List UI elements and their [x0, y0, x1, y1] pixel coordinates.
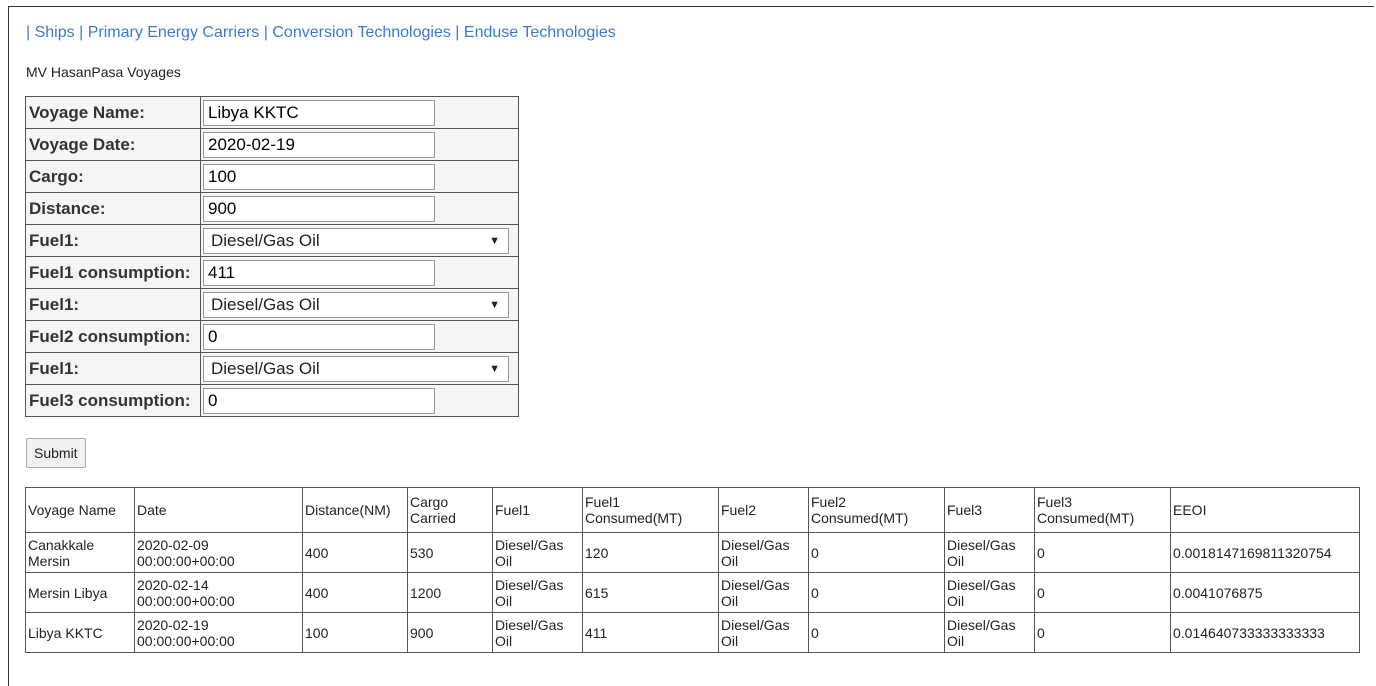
fuel1-consumption-label: Fuel1 consumption:	[25, 256, 201, 289]
cell-distance: 400	[302, 572, 408, 613]
cell-fuel2-consumed: 0	[808, 532, 945, 573]
cell-fuel2: Diesel/Gas Oil	[718, 572, 809, 613]
table-row: Mersin Libya 2020-02-14 00:00:00+00:00 4…	[25, 572, 1360, 613]
fuel3-consumption-label: Fuel3 consumption:	[25, 384, 201, 417]
fuel2-select[interactable]: Diesel/Gas Oil ▼	[203, 291, 509, 318]
cell-fuel2-consumed: 0	[808, 572, 945, 613]
col-header-fuel1: Fuel1	[492, 487, 583, 533]
cell-voyage-name: Libya KKTC	[25, 612, 135, 653]
col-header-fuel2-consumed: Fuel2 Consumed(MT)	[808, 487, 945, 533]
distance-label: Distance:	[25, 192, 201, 225]
cell-fuel3: Diesel/Gas Oil	[944, 612, 1035, 653]
col-header-eeoi: EEOI	[1170, 487, 1360, 533]
cell-cargo: 900	[407, 612, 493, 653]
cargo-input[interactable]	[203, 163, 435, 190]
fuel1-consumption-input[interactable]	[203, 259, 435, 286]
fuel1-select-value: Diesel/Gas Oil	[211, 230, 320, 250]
cell-fuel3-consumed: 0	[1034, 572, 1171, 613]
voyage-date-label: Voyage Date:	[25, 128, 201, 161]
cell-eeoi: 0.0041076875	[1170, 572, 1360, 613]
fuel3-label: Fuel1:	[25, 352, 201, 385]
fuel2-label: Fuel1:	[25, 288, 201, 321]
dropdown-arrow-icon: ▼	[489, 234, 500, 247]
col-header-date: Date	[134, 487, 303, 533]
cell-fuel2-consumed: 0	[808, 612, 945, 653]
cell-fuel1: Diesel/Gas Oil	[492, 612, 583, 653]
fuel2-select-value: Diesel/Gas Oil	[211, 294, 320, 314]
cell-fuel3: Diesel/Gas Oil	[944, 572, 1035, 613]
col-header-voyage-name: Voyage Name	[25, 487, 135, 533]
nav-separator: |	[455, 24, 460, 41]
nav-link-conversion-technologies[interactable]: Conversion Technologies	[272, 24, 450, 41]
cell-date: 2020-02-14 00:00:00+00:00	[134, 572, 303, 613]
table-row: Canakkale Mersin 2020-02-09 00:00:00+00:…	[25, 532, 1360, 573]
col-header-distance: Distance(NM)	[302, 487, 408, 533]
dropdown-arrow-icon: ▼	[489, 298, 500, 311]
form-row: Fuel1: Diesel/Gas Oil ▼	[25, 352, 519, 385]
fuel1-select[interactable]: Diesel/Gas Oil ▼	[203, 227, 509, 254]
nav-separator: |	[26, 24, 31, 41]
cell-eeoi: 0.014640733333333333	[1170, 612, 1360, 653]
cell-fuel1: Diesel/Gas Oil	[492, 532, 583, 573]
fuel3-consumption-input[interactable]	[203, 387, 435, 414]
cell-fuel2: Diesel/Gas Oil	[718, 532, 809, 573]
top-nav: | Ships | Primary Energy Carriers | Conv…	[26, 24, 616, 42]
voyage-form: Voyage Name: Voyage Date: Cargo: Distanc…	[25, 96, 519, 417]
form-row: Voyage Date:	[25, 128, 519, 161]
fuel3-select-value: Diesel/Gas Oil	[211, 358, 320, 378]
form-row: Fuel1: Diesel/Gas Oil ▼	[25, 288, 519, 321]
col-header-fuel3-consumed: Fuel3 Consumed(MT)	[1034, 487, 1171, 533]
table-row: Libya KKTC 2020-02-19 00:00:00+00:00 100…	[25, 612, 1360, 653]
cell-date: 2020-02-19 00:00:00+00:00	[134, 612, 303, 653]
cell-voyage-name: Canakkale Mersin	[25, 532, 135, 573]
nav-separator: |	[263, 24, 268, 41]
cell-fuel1-consumed: 120	[582, 532, 719, 573]
cell-fuel1: Diesel/Gas Oil	[492, 572, 583, 613]
page-title: MV HasanPasa Voyages	[26, 64, 181, 80]
form-row: Fuel1 consumption:	[25, 256, 519, 289]
form-row: Fuel1: Diesel/Gas Oil ▼	[25, 224, 519, 257]
cell-eeoi: 0.0018147169811320754	[1170, 532, 1360, 573]
table-header-row: Voyage Name Date Distance(NM) Cargo Carr…	[25, 487, 1360, 533]
cell-fuel3: Diesel/Gas Oil	[944, 532, 1035, 573]
nav-separator: |	[79, 24, 84, 41]
voyage-date-input[interactable]	[203, 131, 435, 158]
nav-link-ships[interactable]: Ships	[35, 24, 75, 41]
col-header-fuel2: Fuel2	[718, 487, 809, 533]
fuel2-consumption-label: Fuel2 consumption:	[25, 320, 201, 353]
nav-link-primary-energy-carriers[interactable]: Primary Energy Carriers	[88, 24, 260, 41]
distance-input[interactable]	[203, 195, 435, 222]
col-header-fuel3: Fuel3	[944, 487, 1035, 533]
cell-distance: 100	[302, 612, 408, 653]
form-row: Voyage Name:	[25, 96, 519, 129]
cell-fuel3-consumed: 0	[1034, 532, 1171, 573]
cargo-label: Cargo:	[25, 160, 201, 193]
fuel3-select[interactable]: Diesel/Gas Oil ▼	[203, 355, 509, 382]
submit-button[interactable]: Submit	[26, 438, 86, 468]
cell-fuel2: Diesel/Gas Oil	[718, 612, 809, 653]
cell-fuel1-consumed: 615	[582, 572, 719, 613]
voyages-table: Voyage Name Date Distance(NM) Cargo Carr…	[25, 487, 1360, 653]
cell-cargo: 1200	[407, 572, 493, 613]
cell-fuel3-consumed: 0	[1034, 612, 1171, 653]
col-header-cargo-carried: Cargo Carried	[407, 487, 493, 533]
voyage-name-label: Voyage Name:	[25, 96, 201, 129]
cell-fuel1-consumed: 411	[582, 612, 719, 653]
form-row: Fuel3 consumption:	[25, 384, 519, 417]
form-row: Distance:	[25, 192, 519, 225]
voyage-name-input[interactable]	[203, 99, 435, 126]
cell-cargo: 530	[407, 532, 493, 573]
cell-distance: 400	[302, 532, 408, 573]
cell-voyage-name: Mersin Libya	[25, 572, 135, 613]
form-row: Cargo:	[25, 160, 519, 193]
fuel1-label: Fuel1:	[25, 224, 201, 257]
form-row: Fuel2 consumption:	[25, 320, 519, 353]
col-header-fuel1-consumed: Fuel1 Consumed(MT)	[582, 487, 719, 533]
nav-link-enduse-technologies[interactable]: Enduse Technologies	[464, 24, 616, 41]
fuel2-consumption-input[interactable]	[203, 323, 435, 350]
dropdown-arrow-icon: ▼	[489, 362, 500, 375]
cell-date: 2020-02-09 00:00:00+00:00	[134, 532, 303, 573]
